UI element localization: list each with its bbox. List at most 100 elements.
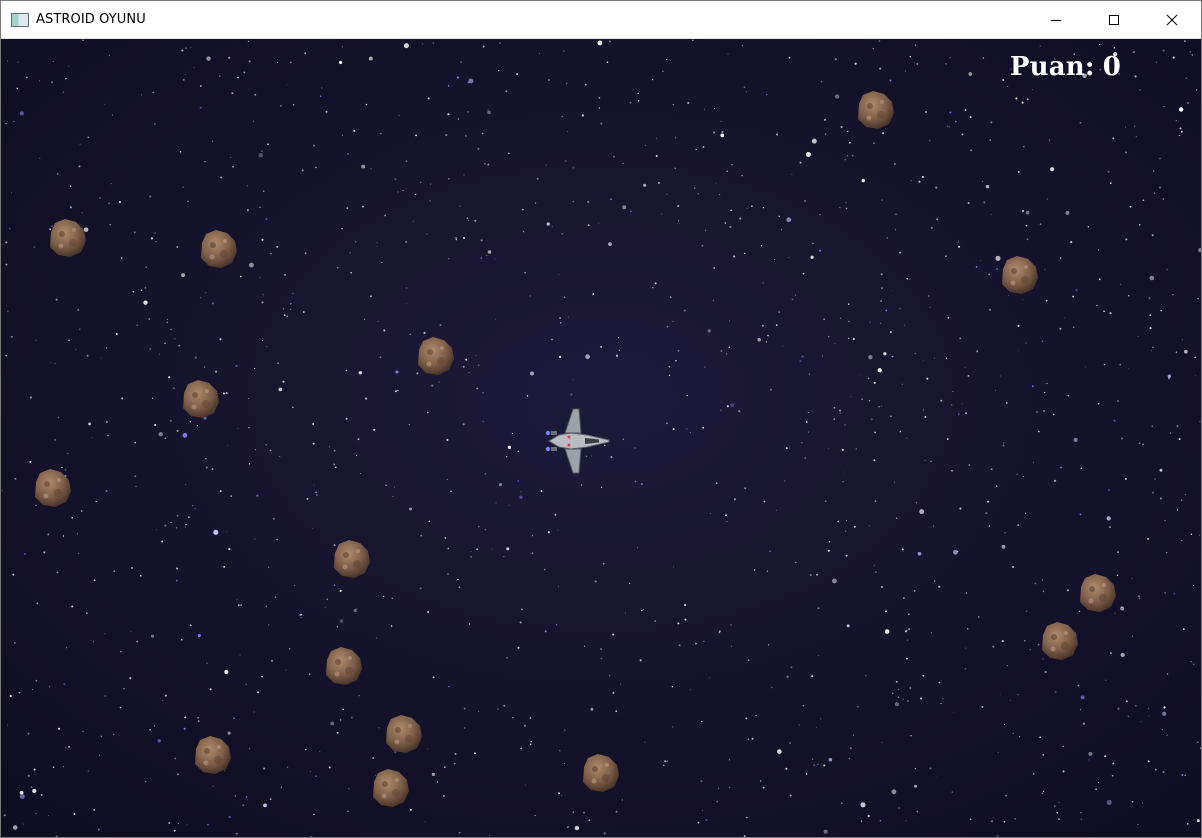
star bbox=[615, 710, 618, 713]
star bbox=[152, 91, 154, 94]
star bbox=[170, 521, 172, 524]
star bbox=[253, 711, 255, 713]
close-button[interactable] bbox=[1143, 1, 1201, 38]
star bbox=[938, 681, 941, 684]
star bbox=[534, 202, 537, 204]
star bbox=[439, 324, 442, 327]
game-canvas[interactable]: Puan: 0 bbox=[1, 39, 1201, 837]
star bbox=[730, 402, 735, 407]
star bbox=[341, 227, 343, 230]
star bbox=[394, 390, 397, 393]
star bbox=[1098, 278, 1101, 281]
star bbox=[946, 438, 949, 441]
star bbox=[487, 110, 491, 115]
title-bar[interactable]: ASTROID OYUNU bbox=[1, 1, 1201, 39]
star bbox=[1098, 782, 1099, 783]
star bbox=[867, 814, 870, 818]
star bbox=[1124, 478, 1127, 480]
star bbox=[239, 275, 242, 278]
star bbox=[454, 763, 456, 765]
star bbox=[83, 227, 89, 232]
star bbox=[458, 586, 461, 589]
star bbox=[905, 820, 907, 822]
maximize-icon bbox=[1109, 14, 1119, 25]
star bbox=[743, 835, 746, 837]
star bbox=[886, 237, 889, 239]
star bbox=[325, 110, 328, 113]
star bbox=[347, 810, 349, 812]
star bbox=[206, 662, 208, 664]
star bbox=[668, 366, 670, 368]
star bbox=[1044, 269, 1046, 271]
star bbox=[1080, 695, 1085, 700]
star bbox=[561, 115, 563, 118]
star bbox=[534, 814, 536, 817]
star bbox=[1127, 294, 1130, 297]
star bbox=[668, 374, 671, 376]
star bbox=[304, 252, 307, 255]
star bbox=[1049, 140, 1050, 142]
star bbox=[720, 350, 723, 352]
maximize-button[interactable] bbox=[1085, 1, 1143, 38]
star bbox=[1142, 802, 1144, 804]
star bbox=[176, 429, 179, 432]
star bbox=[1159, 186, 1161, 189]
star bbox=[630, 210, 632, 213]
star bbox=[762, 282, 764, 284]
star bbox=[239, 654, 241, 656]
star bbox=[190, 47, 192, 49]
star bbox=[987, 500, 990, 503]
star bbox=[269, 798, 272, 801]
star bbox=[1087, 226, 1090, 228]
star bbox=[29, 396, 32, 399]
star bbox=[78, 328, 81, 330]
star bbox=[713, 131, 716, 134]
star bbox=[1106, 516, 1111, 521]
star bbox=[1147, 760, 1150, 763]
star bbox=[767, 644, 770, 646]
star bbox=[1045, 299, 1048, 302]
star bbox=[572, 166, 575, 169]
star bbox=[1184, 774, 1186, 776]
star bbox=[349, 252, 351, 254]
star bbox=[1072, 295, 1075, 298]
star bbox=[672, 428, 675, 431]
star bbox=[77, 308, 80, 311]
star bbox=[560, 322, 562, 324]
star bbox=[701, 810, 704, 812]
star bbox=[587, 224, 590, 227]
star bbox=[283, 314, 286, 317]
star bbox=[335, 466, 337, 469]
star bbox=[86, 354, 89, 357]
star bbox=[1184, 493, 1187, 495]
star bbox=[908, 613, 910, 615]
star bbox=[559, 317, 561, 319]
star bbox=[257, 691, 260, 694]
star bbox=[246, 185, 248, 187]
star bbox=[484, 528, 487, 531]
star bbox=[62, 535, 65, 537]
star bbox=[143, 300, 148, 305]
minimize-button[interactable] bbox=[1027, 1, 1085, 38]
star bbox=[1142, 199, 1145, 202]
star bbox=[988, 308, 992, 311]
star bbox=[212, 785, 214, 787]
star bbox=[1060, 466, 1062, 469]
star bbox=[584, 83, 587, 86]
star bbox=[1062, 770, 1065, 773]
star bbox=[278, 387, 283, 392]
star bbox=[920, 697, 922, 700]
star bbox=[674, 167, 676, 169]
star bbox=[964, 366, 966, 369]
star bbox=[543, 568, 546, 571]
star bbox=[368, 56, 373, 61]
star bbox=[187, 200, 189, 202]
star bbox=[484, 473, 487, 475]
star bbox=[382, 595, 385, 598]
star bbox=[1159, 158, 1161, 160]
star bbox=[1138, 224, 1141, 226]
star bbox=[189, 420, 192, 423]
star bbox=[914, 767, 917, 770]
star bbox=[482, 391, 484, 394]
star bbox=[741, 174, 743, 177]
